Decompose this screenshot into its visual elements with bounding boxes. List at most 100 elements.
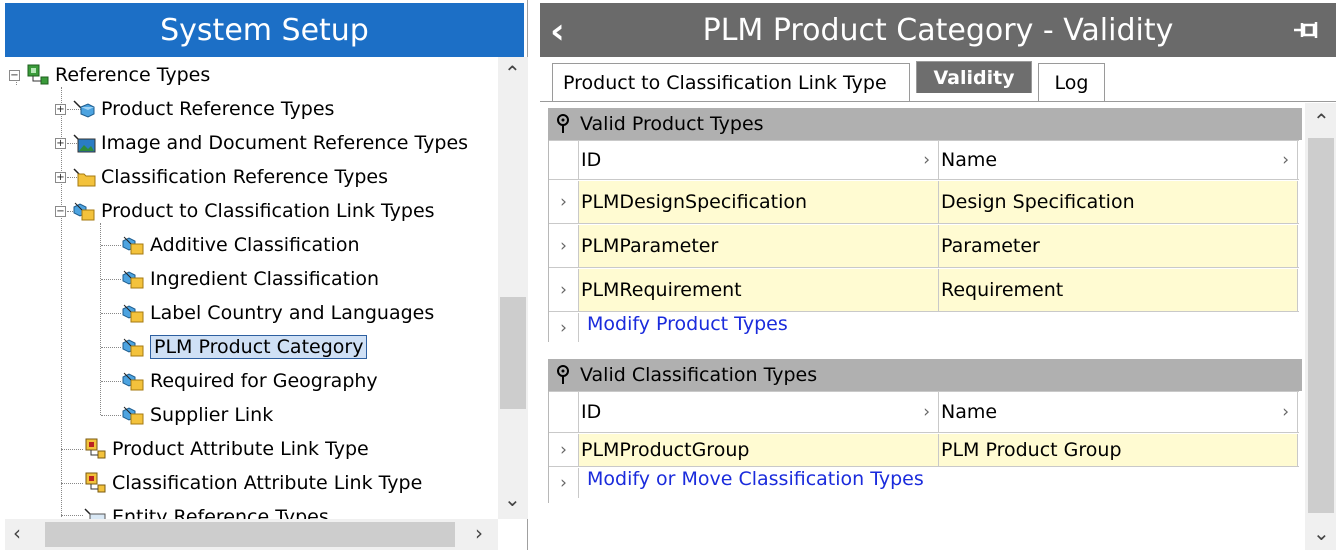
row-expand-icon[interactable]: ›	[549, 225, 579, 267]
tree-item-label: Classification Attribute Link Type	[112, 472, 423, 494]
action-row: › Modify or Move Classification Types	[549, 468, 1299, 498]
row-expand-icon[interactable]: ›	[549, 434, 579, 466]
tree-item-label: Image and Document Reference Types	[101, 132, 469, 154]
scrollbar-thumb[interactable]	[500, 297, 526, 409]
expand-icon[interactable]: +	[55, 137, 66, 149]
tree-item-ingredient-classification[interactable]: Ingredient Classification	[121, 263, 379, 295]
grid-corner	[549, 141, 579, 179]
column-sort-icon[interactable]: ›	[923, 150, 930, 170]
tree-item-supplier-link[interactable]: Supplier Link	[121, 399, 273, 431]
cell-name[interactable]: PLM Product Group	[939, 434, 1298, 466]
tab-validity[interactable]: Validity	[916, 61, 1032, 93]
column-sort-icon[interactable]: ›	[923, 402, 930, 422]
link-type-icon	[121, 336, 145, 358]
cell-name[interactable]: Requirement	[939, 269, 1298, 311]
cell-name[interactable]: Design Specification	[939, 181, 1298, 223]
section-header-valid-product-types[interactable]: Valid Product Types	[548, 108, 1302, 140]
tree-item-label: Entity Reference Types	[112, 506, 329, 519]
expand-icon[interactable]: +	[55, 103, 66, 115]
attribute-link-icon	[83, 438, 107, 460]
row-expand-icon[interactable]: ›	[549, 468, 579, 498]
tree-item-label: PLM Product Category	[150, 335, 368, 359]
collapse-icon[interactable]: −	[9, 69, 20, 81]
tree-item-classification-reference-types[interactable]: + Classification Reference Types	[55, 161, 388, 193]
tab-strip: Product to Classification Link Type Vali…	[540, 57, 1336, 102]
column-header-name[interactable]: Name ›	[939, 141, 1298, 179]
tree-item-product-reference-types[interactable]: + Product Reference Types	[55, 93, 334, 125]
scroll-right-icon[interactable]: ›	[475, 521, 483, 545]
tree-item-classification-attribute-link-type[interactable]: Classification Attribute Link Type	[83, 467, 422, 499]
valid-classification-types-grid: ID › Name › › PLMProductGroup PLM Product …	[548, 391, 1299, 503]
tree-item-reference-types[interactable]: − Reference Types	[9, 59, 210, 91]
validity-content: Valid Product Types ID › Name › › PLMDesig…	[540, 103, 1305, 550]
cell-id[interactable]: PLMRequirement	[579, 269, 939, 311]
column-sort-icon[interactable]: ›	[1282, 150, 1289, 170]
image-reference-icon	[72, 132, 96, 154]
scrollbar-thumb[interactable]	[1308, 138, 1334, 513]
tree-item-label: Required for Geography	[150, 370, 378, 392]
column-header-name[interactable]: Name ›	[939, 392, 1298, 432]
scroll-left-icon[interactable]: ‹	[13, 521, 21, 545]
reference-types-icon	[26, 64, 50, 86]
tab-log[interactable]: Log	[1038, 63, 1105, 101]
scroll-up-icon[interactable]: ⌃	[1313, 109, 1330, 133]
scroll-down-icon[interactable]: ⌄	[1313, 521, 1330, 545]
cell-name[interactable]: Parameter	[939, 225, 1298, 267]
table-row[interactable]: › PLMProductGroup PLM Product Group	[549, 434, 1299, 467]
collapse-icon[interactable]: −	[55, 205, 66, 217]
column-sort-icon[interactable]: ›	[1282, 402, 1289, 422]
tree-item-plm-product-category[interactable]: PLM Product Category	[121, 331, 368, 363]
row-expand-icon[interactable]: ›	[549, 269, 579, 311]
tree-item-entity-reference-types[interactable]: Entity Reference Types	[83, 501, 329, 519]
link-type-icon	[121, 404, 145, 426]
pin-icon[interactable]	[556, 114, 570, 134]
column-header-id[interactable]: ID ›	[579, 141, 939, 179]
pin-icon[interactable]	[556, 365, 570, 385]
tree-item-image-document-reference-types[interactable]: + Image and Document Reference Types	[55, 127, 468, 159]
content-vertical-scrollbar[interactable]: ⌃ ⌄	[1305, 103, 1336, 550]
scrollbar-thumb[interactable]	[45, 522, 455, 547]
tree-item-label: Product Reference Types	[101, 98, 335, 120]
column-header-id[interactable]: ID ›	[579, 392, 939, 432]
section-title: Valid Classification Types	[580, 364, 818, 386]
tree-item-label: Label Country and Languages	[150, 302, 435, 324]
row-expand-icon[interactable]: ›	[549, 313, 579, 342]
tree-item-label: Reference Types	[55, 64, 211, 86]
cell-id[interactable]: PLMDesignSpecification	[579, 181, 939, 223]
expand-icon[interactable]: +	[55, 171, 66, 183]
scroll-up-icon[interactable]: ⌃	[504, 61, 521, 85]
tree-item-product-classification-link-types[interactable]: − Product to Classification Link Types	[55, 195, 435, 227]
tree-item-product-attribute-link-type[interactable]: Product Attribute Link Type	[83, 433, 369, 465]
tree-item-additive-classification[interactable]: Additive Classification	[121, 229, 359, 261]
link-type-icon	[121, 268, 145, 290]
tab-product-classification-link-type[interactable]: Product to Classification Link Type	[552, 63, 910, 101]
valid-product-types-grid: ID › Name › › PLMDesignSpecification Desig…	[548, 140, 1299, 342]
tree-vertical-scrollbar[interactable]: ⌃ ⌄	[498, 57, 528, 519]
tree-item-label: Product Attribute Link Type	[112, 438, 369, 460]
link-type-icon	[121, 234, 145, 256]
panel-title: PLM Product Category - Validity	[702, 12, 1174, 48]
cell-id[interactable]: PLMParameter	[579, 225, 939, 267]
link-type-icon	[72, 200, 96, 222]
system-setup-panel: System Setup − Reference Types + Product…	[0, 0, 528, 550]
table-row[interactable]: › PLMDesignSpecification Design Specific…	[549, 181, 1299, 224]
table-row[interactable]: › PLMParameter Parameter	[549, 225, 1299, 268]
pin-icon[interactable]	[1292, 13, 1322, 47]
table-row[interactable]: › PLMRequirement Requirement	[549, 269, 1299, 312]
row-expand-icon[interactable]: ›	[549, 181, 579, 223]
folder-reference-icon	[72, 166, 96, 188]
section-title: Valid Product Types	[580, 113, 764, 135]
panel-title-bar: ‹ PLM Product Category - Validity	[540, 3, 1336, 57]
modify-product-types-link[interactable]: Modify Product Types	[579, 313, 788, 342]
tree-item-required-for-geography[interactable]: Required for Geography	[121, 365, 378, 397]
action-row: › Modify Product Types	[549, 313, 1299, 342]
modify-classification-types-link[interactable]: Modify or Move Classification Types	[579, 468, 924, 498]
link-type-icon	[121, 370, 145, 392]
cell-id[interactable]: PLMProductGroup	[579, 434, 939, 466]
back-icon[interactable]: ‹	[550, 13, 580, 51]
system-setup-title: System Setup	[5, 3, 524, 57]
scroll-down-icon[interactable]: ⌄	[504, 487, 521, 511]
section-header-valid-classification-types[interactable]: Valid Classification Types	[548, 359, 1302, 391]
tree-item-label-country-languages[interactable]: Label Country and Languages	[121, 297, 434, 329]
tree-horizontal-scrollbar[interactable]: ‹ ›	[5, 519, 498, 550]
